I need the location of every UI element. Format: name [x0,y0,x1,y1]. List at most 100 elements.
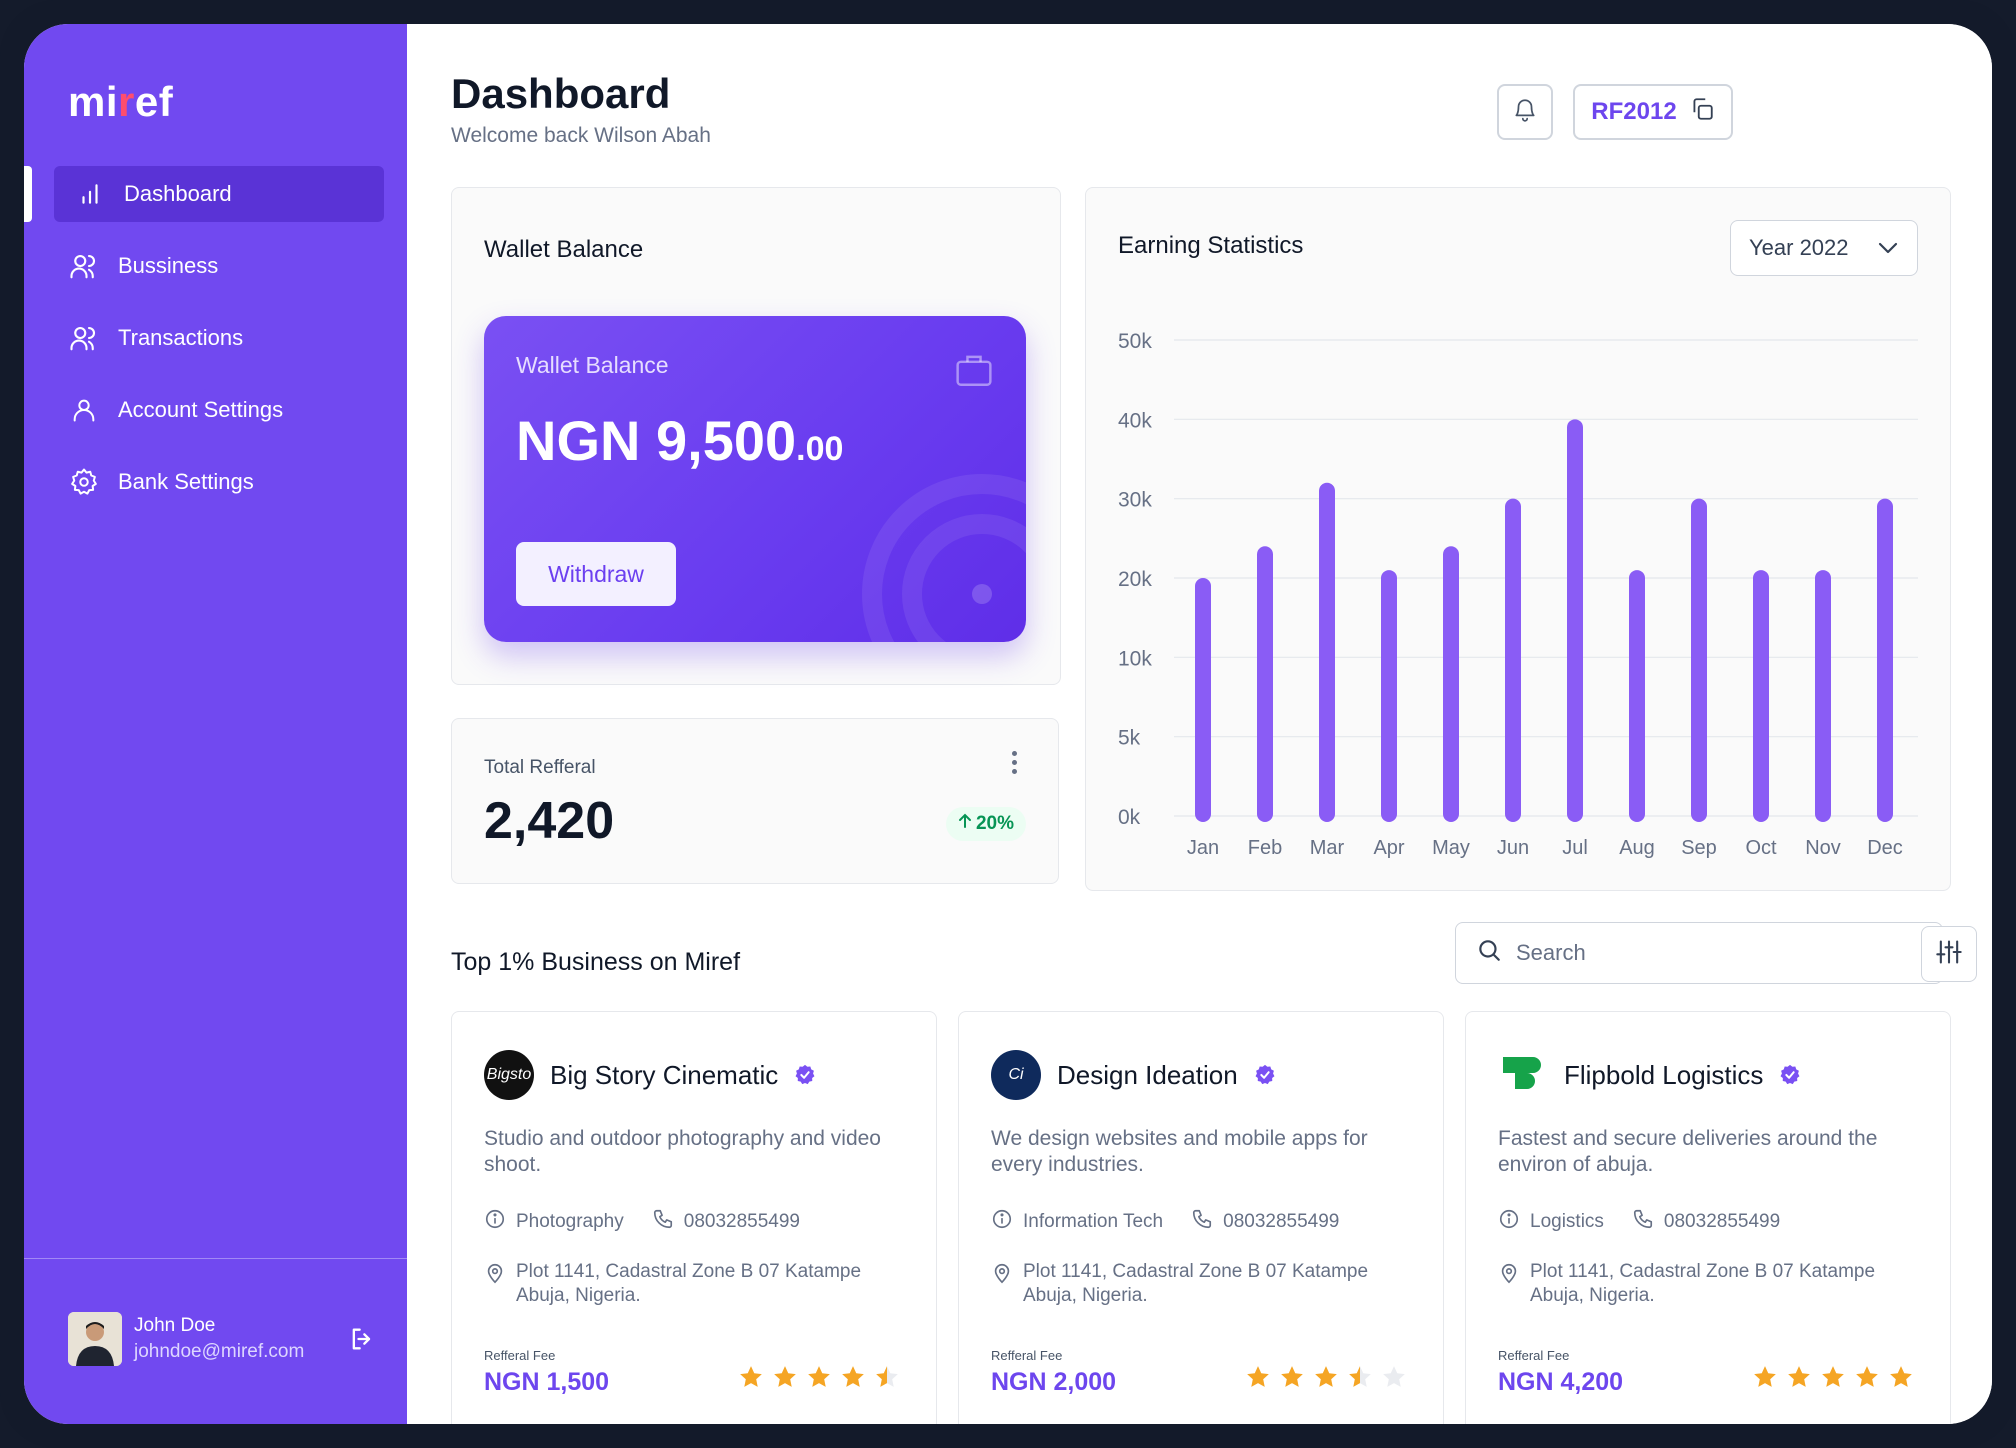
chart-bar-jan[interactable] [1195,578,1211,822]
star-icon [1245,1364,1271,1395]
sidebar-item-bank-settings[interactable]: Bank Settings [54,454,384,510]
search-input[interactable]: Search [1455,922,1943,984]
business-category-label: Photography [516,1211,624,1232]
sidebar-item-label: Transactions [118,325,244,350]
business-description: Studio and outdoor photography and video… [484,1127,881,1176]
business-card[interactable]: Flipbold Logistics Fastest and secure del… [1465,1011,1951,1424]
wallet-amount: NGN 9,500.00 [516,408,843,473]
business-address: Plot 1141, Cadastral Zone B 07 Katampe A… [1498,1260,1918,1308]
earning-statistics-card: Earning Statistics Year 2022 0k 5k 10k 20k 3… [1085,187,1951,891]
chart-bar-feb[interactable] [1257,546,1273,822]
business-logo: Bigsto [484,1050,534,1100]
bar-chart-icon [74,178,106,210]
star-icon [1381,1364,1407,1395]
business-phone[interactable]: 08032855499 [1632,1208,1780,1236]
verified-badge-icon [794,1064,816,1086]
wallet-section: Wallet Balance Wallet Balance NGN 9,500.… [451,187,1061,685]
chart-bar-oct[interactable] [1753,570,1769,822]
sidebar-item-label: Bank Settings [118,469,254,494]
year-select-value: Year 2022 [1749,235,1849,260]
top-business-title: Top 1% Business on Miref [451,948,741,976]
chart-bar-sep[interactable] [1691,498,1707,822]
business-category-label: Logistics [1530,1211,1604,1232]
y-tick-label: 50k [1118,330,1152,353]
business-phone-number: 08032855499 [683,1211,800,1232]
sidebar-item-account-settings[interactable]: Account Settings [54,382,384,438]
business-card[interactable]: Ci Design Ideation We design websites and … [958,1011,1444,1424]
business-logo [1498,1050,1548,1100]
filter-button[interactable] [1921,926,1977,982]
business-address-text: Plot 1141, Cadastral Zone B 07 Katampe A… [1530,1261,1876,1306]
chart-bar-apr[interactable] [1381,570,1397,822]
business-address: Plot 1141, Cadastral Zone B 07 Katampe A… [991,1260,1411,1308]
verified-badge-icon [1254,1064,1276,1086]
chart-bar-may[interactable] [1443,546,1459,822]
wallet-card-label: Wallet Balance [516,352,669,378]
phone-icon [1191,1208,1213,1236]
business-phone[interactable]: 08032855499 [1191,1208,1339,1236]
business-header: Bigsto Big Story Cinematic [484,1050,816,1100]
referral-code-button[interactable]: RF2012 [1573,84,1733,140]
sidebar-item-transactions[interactable]: Transactions [54,310,384,366]
sidebar-item-business[interactable]: Bussiness [54,238,384,294]
x-tick-label: Jul [1562,837,1588,859]
withdraw-button[interactable]: Withdraw [516,542,676,606]
star-icon [1820,1364,1846,1395]
x-tick-label: Aug [1619,837,1655,859]
location-pin-icon [1498,1262,1520,1308]
stats-title: Earning Statistics [1118,232,1304,259]
more-options-icon[interactable] [1012,751,1018,778]
wallet-card: Wallet Balance NGN 9,500.00 Withdraw [484,316,1026,642]
x-tick-label: Feb [1248,837,1282,859]
star-icon [840,1364,866,1395]
business-category: Photography [484,1208,624,1236]
info-icon [1498,1208,1520,1236]
y-tick-label: 20k [1118,568,1152,591]
business-logo: Ci [991,1050,1041,1100]
chart-bar-aug[interactable] [1629,570,1645,822]
referral-fee-value: NGN 2,000 [991,1368,1117,1396]
avatar [68,1312,122,1366]
y-tick-label: 30k [1118,489,1152,512]
info-icon [991,1208,1013,1236]
business-phone-number: 08032855499 [1663,1211,1781,1232]
referral-change-value: 20% [975,813,1014,834]
chart-bar-nov[interactable] [1815,570,1831,822]
chart-bar-jul[interactable] [1567,419,1583,822]
sidebar-item-label: Account Settings [118,397,284,422]
sidebar-item-dashboard[interactable]: Dashboard [54,166,384,222]
star-icon [1888,1364,1914,1395]
brand-logo[interactable]: miref [68,78,173,126]
y-tick-label: 40k [1118,409,1152,432]
business-category-label: Information Tech [1023,1211,1164,1232]
user-profile[interactable]: John Doe johndoe@miref.com [68,1312,378,1366]
chart-bar-jun[interactable] [1505,498,1521,822]
business-phone[interactable]: 08032855499 [652,1208,800,1236]
business-address: Plot 1141, Cadastral Zone B 07 Katampe A… [484,1260,904,1308]
x-tick-label: Oct [1745,837,1777,859]
business-rating [1752,1364,1914,1395]
star-icon [1786,1364,1812,1395]
business-card[interactable]: Bigsto Big Story Cinematic Studio and outd… [451,1011,937,1424]
referral-card: Total Refferal 2,420 20% [451,718,1059,884]
chart-bar-mar[interactable] [1319,482,1335,822]
business-address-text: Plot 1141, Cadastral Zone B 07 Katampe A… [516,1261,862,1306]
welcome-text: Welcome back Wilson Abah [451,124,711,147]
star-icon [806,1364,832,1395]
logo-text-accent: r [118,78,135,125]
logo-text-post: ef [134,78,174,125]
star-icon [1279,1364,1305,1395]
copy-icon[interactable] [1689,96,1715,129]
wallet-amount-main: NGN 9,500 [516,409,797,472]
user-email: johndoe@miref.com [134,1341,305,1362]
star-icon [1854,1364,1880,1395]
notifications-button[interactable] [1497,84,1553,140]
business-name: Big Story Cinematic [550,1059,779,1090]
user-info: John Doe johndoe@miref.com [134,1315,346,1363]
search-icon [1476,937,1502,969]
business-meta: Logistics 08032855499 [1498,1208,1808,1236]
logout-icon[interactable] [346,1323,378,1355]
year-select[interactable]: Year 2022 [1730,220,1918,276]
chart-bar-dec[interactable] [1877,498,1893,822]
x-tick-label: Jun [1497,837,1529,859]
